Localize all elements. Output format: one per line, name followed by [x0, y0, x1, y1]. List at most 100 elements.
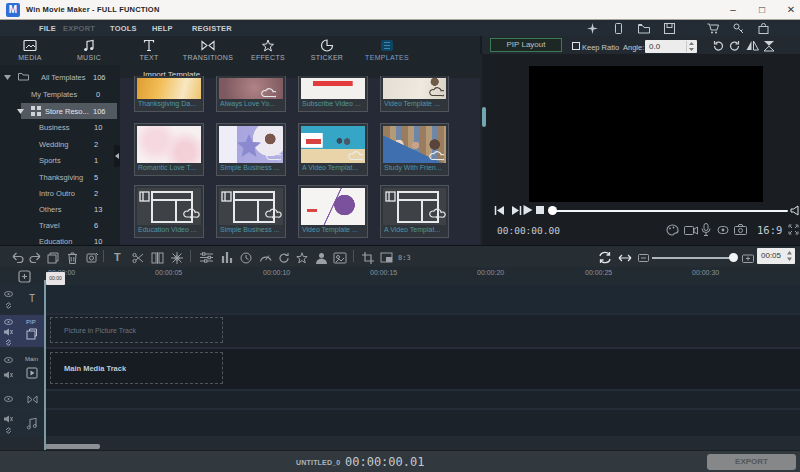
tree-item-wedding[interactable]: Wedding2	[0, 136, 120, 152]
crop-icon[interactable]	[362, 252, 374, 264]
snapshot-icon[interactable]	[734, 224, 747, 235]
adjust-icon[interactable]	[200, 252, 213, 263]
main-track-placeholder[interactable]: Main Media Track	[50, 352, 223, 384]
rotate-ccw-icon[interactable]	[712, 40, 724, 52]
spinner-arrows-icon[interactable]	[688, 42, 695, 51]
panel-splitter-handle[interactable]	[482, 107, 486, 127]
tree-item-store-resources[interactable]: Store Reso... 106	[21, 103, 117, 119]
template-cell[interactable]: Simple Business ...	[216, 123, 286, 176]
tree-item-sports[interactable]: Sports1	[0, 152, 120, 168]
template-cell[interactable]: Simple Business ...	[216, 185, 286, 238]
add-text-icon[interactable]: T	[114, 251, 121, 263]
play-icon[interactable]	[522, 204, 533, 216]
template-cell[interactable]: Education Video ...	[134, 185, 204, 238]
add-track-icon[interactable]	[18, 270, 31, 283]
transition-track-lane[interactable]	[46, 391, 800, 408]
fit-timeline-icon[interactable]	[618, 254, 632, 262]
phone-icon[interactable]	[613, 23, 624, 34]
template-cell[interactable]: Video Template ...	[298, 185, 368, 238]
previous-frame-icon[interactable]	[494, 205, 505, 216]
tree-item-my-templates[interactable]: My Templates 0	[0, 86, 120, 102]
tree-item-others[interactable]: Others13	[0, 201, 120, 217]
zoom-slider[interactable]	[652, 257, 732, 259]
playhead-flag[interactable]: 00:00	[46, 272, 65, 285]
template-cell[interactable]: Thanksgiving Da...	[134, 76, 204, 112]
pip-layout-button[interactable]: PIP Layout	[490, 38, 562, 52]
rotate-icon[interactable]	[278, 252, 290, 264]
microphone-icon[interactable]	[701, 223, 711, 236]
cart-icon[interactable]	[707, 23, 719, 34]
rotate-cw-icon[interactable]	[729, 40, 741, 52]
template-cell[interactable]: A Video Templat...	[298, 123, 368, 176]
template-cell[interactable]: Romantic Love T...	[134, 123, 204, 176]
delete-icon[interactable]	[67, 252, 78, 264]
flip-vertical-icon[interactable]	[763, 40, 775, 52]
transition-track-header[interactable]	[0, 391, 44, 408]
portrait-icon[interactable]	[315, 252, 328, 264]
zoom-out-icon[interactable]	[638, 254, 649, 262]
split-icon[interactable]	[132, 252, 144, 264]
close-button[interactable]: ✕	[777, 0, 800, 19]
text-track-header[interactable]: T	[0, 285, 44, 313]
audio-track-lane[interactable]	[46, 410, 800, 436]
pip-track-placeholder[interactable]: Picture in Picture Track	[50, 317, 223, 343]
pip-track-lane[interactable]: Picture in Picture Track	[46, 315, 800, 347]
minimize-button[interactable]: –	[719, 0, 747, 19]
playhead-line[interactable]	[44, 280, 46, 450]
tab-text[interactable]: TEXT	[120, 38, 178, 61]
template-cell[interactable]: Always Love Yo...	[216, 76, 286, 112]
angle-spinner[interactable]: 0.0	[645, 40, 697, 53]
record-icon[interactable]	[717, 225, 729, 235]
bag-icon[interactable]	[758, 23, 769, 34]
keep-ratio-checkbox[interactable]	[572, 42, 580, 50]
save-icon[interactable]	[664, 23, 675, 34]
effects-star-icon[interactable]	[296, 252, 308, 264]
color-palette-icon[interactable]	[666, 224, 679, 236]
record-voiceover-icon[interactable]	[85, 252, 98, 264]
green-screen-icon[interactable]	[333, 252, 347, 264]
duration-icon[interactable]	[240, 252, 252, 264]
tab-music[interactable]: MUSIC	[60, 38, 118, 61]
beat-detect-icon[interactable]: 8:3	[398, 254, 411, 262]
tab-sticker[interactable]: STICKER	[298, 38, 356, 61]
export-button[interactable]: EXPORT	[707, 454, 796, 470]
zoom-slider-handle[interactable]	[729, 253, 738, 262]
pip-track-header[interactable]: PIP	[0, 315, 44, 347]
copy-icon[interactable]	[47, 252, 59, 264]
template-cell[interactable]: Subscribe Video ...	[298, 76, 368, 112]
tab-templates[interactable]: TEMPLATES	[358, 38, 416, 61]
timeline-scrollbar[interactable]	[45, 444, 100, 449]
aspect-ratio-value[interactable]: 16:9	[757, 224, 782, 236]
volume-icon[interactable]	[790, 205, 800, 216]
tree-item-intro-outro[interactable]: Intro Outro2	[0, 185, 120, 201]
audio-mixer-icon[interactable]	[221, 252, 233, 263]
pip-overlay-icon[interactable]	[380, 252, 393, 263]
trim-icon[interactable]	[151, 252, 164, 264]
tree-item-travel[interactable]: Travel6	[0, 217, 120, 233]
main-track-lane[interactable]: Main Media Track	[46, 349, 800, 389]
tree-item-all-templates[interactable]: All Templates 106	[0, 69, 120, 85]
effects-store-icon[interactable]	[587, 23, 598, 34]
template-cell[interactable]: Video Template ...	[380, 76, 449, 112]
zoom-in-icon[interactable]	[742, 254, 754, 263]
duration-spinner[interactable]: 00:05	[757, 248, 795, 264]
seek-bar[interactable]	[552, 210, 788, 212]
freeze-frame-icon[interactable]	[171, 252, 183, 264]
redo-icon[interactable]	[29, 252, 42, 263]
folder-icon[interactable]	[638, 23, 650, 34]
template-cell[interactable]: A Video Templat...	[380, 185, 449, 238]
tab-media[interactable]: MEDIA	[1, 38, 59, 61]
text-track-lane[interactable]	[46, 285, 800, 313]
key-icon[interactable]	[733, 23, 744, 34]
audio-track-header[interactable]	[0, 410, 44, 436]
seek-handle[interactable]	[548, 206, 557, 215]
timeline-ruler[interactable]	[0, 267, 800, 285]
tree-item-thanksgiving[interactable]: Thanksgiving5	[0, 169, 120, 185]
next-frame-icon[interactable]	[511, 205, 522, 216]
tree-item-business[interactable]: Business10	[0, 119, 120, 135]
maximize-button[interactable]: □	[748, 0, 776, 19]
fullscreen-icon[interactable]	[788, 224, 799, 235]
tab-effects[interactable]: EFFECTS	[239, 38, 297, 61]
flip-horizontal-icon[interactable]	[746, 40, 759, 51]
stop-icon[interactable]	[536, 206, 544, 214]
